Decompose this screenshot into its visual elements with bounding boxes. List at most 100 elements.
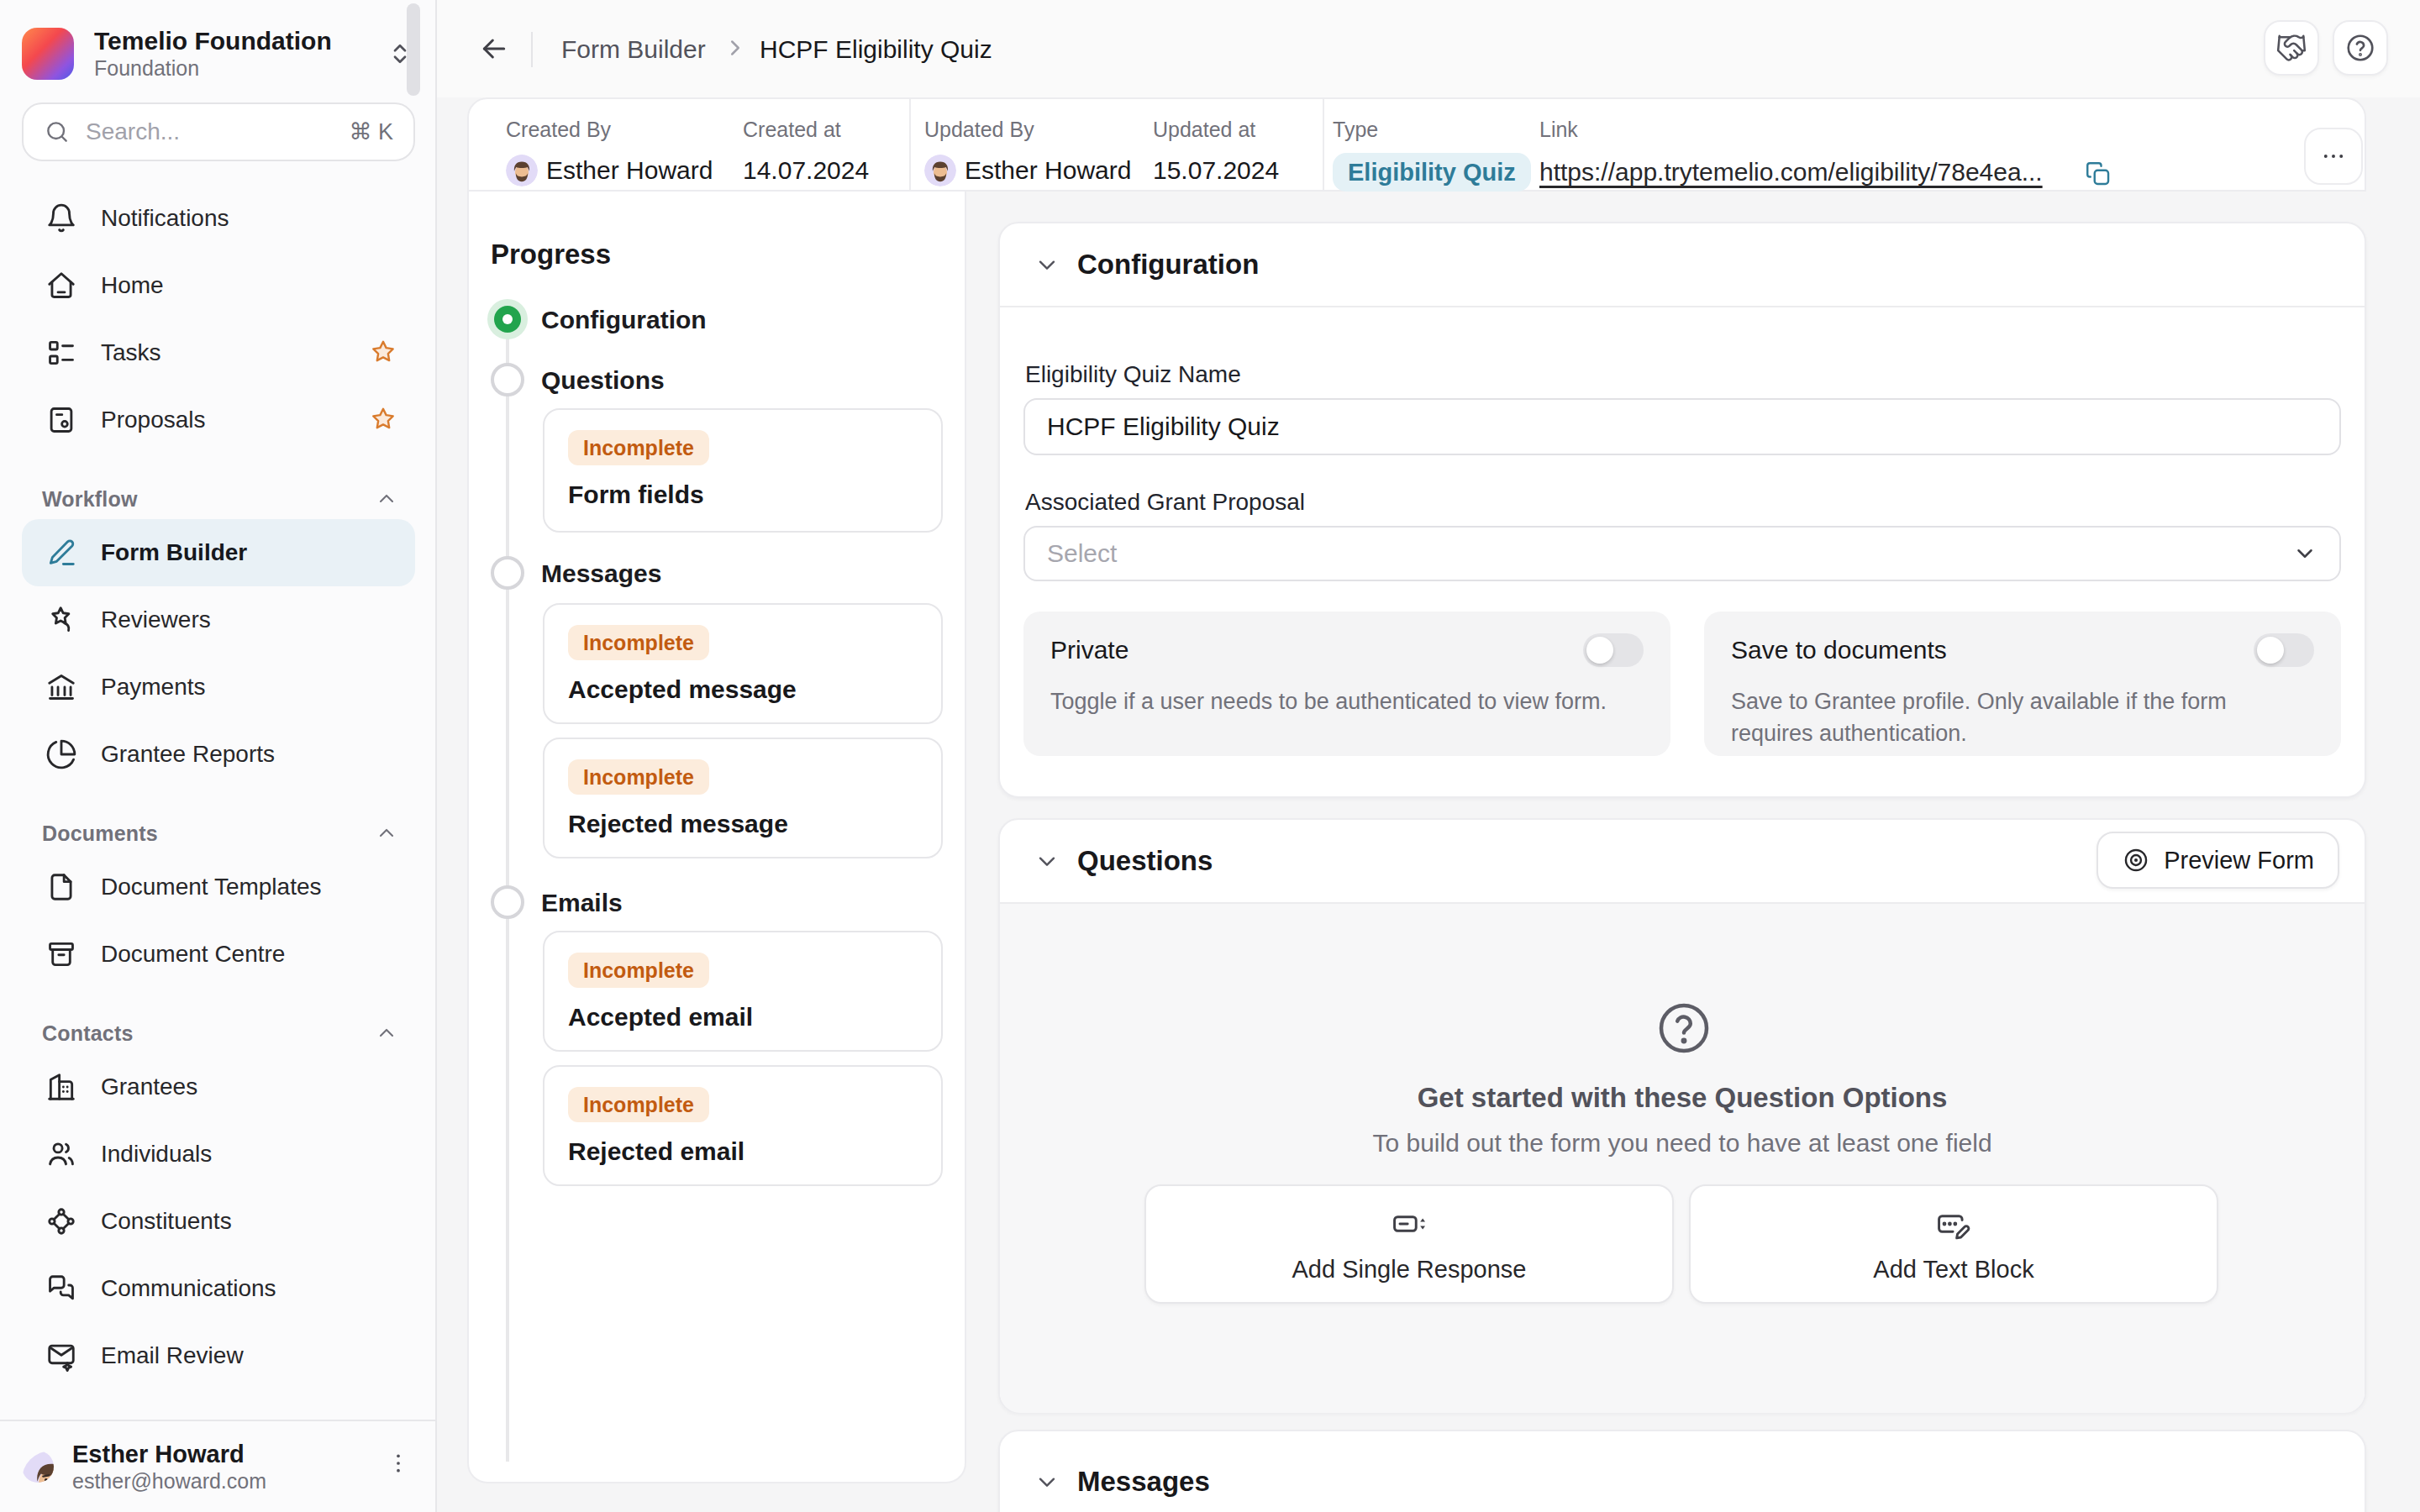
chevron-right-icon [723,35,748,60]
sidebar-item-email-review[interactable]: Email Review [22,1322,415,1389]
step-emails[interactable]: Emails [541,889,623,917]
progress-card-form-fields[interactable]: Incomplete Form fields [543,408,943,533]
progress-card-rejected-email[interactable]: Incomplete Rejected email [543,1065,943,1186]
private-toggle[interactable] [1583,633,1644,667]
questions-header[interactable]: Questions Preview Form [1000,820,2365,902]
progress-panel: Progress Configuration Questions Incompl… [467,192,966,1483]
chevron-up-icon [375,822,398,845]
file-icon [45,871,77,903]
save-to-documents-toggle[interactable] [2254,633,2314,667]
section-contacts[interactable]: Contacts [22,1013,415,1053]
type-label: Type [1333,118,1378,142]
section-documents[interactable]: Documents [22,813,415,853]
chat-bubbles-icon [45,1273,77,1305]
back-button[interactable] [477,32,511,66]
avatar [924,155,956,186]
progress-card-accepted-email[interactable]: Incomplete Accepted email [543,931,943,1052]
question-circle-icon [1654,998,1714,1058]
sidebar-item-reviewers[interactable]: Reviewers [22,586,415,654]
link-label: Link [1539,118,1578,142]
divider [1000,306,2365,307]
quiz-name-label: Eligibility Quiz Name [1025,361,1241,388]
star-icon[interactable] [368,405,398,435]
section-workflow[interactable]: Workflow [22,479,415,519]
status-badge: Incomplete [568,953,709,988]
chevron-down-icon[interactable] [1034,848,1060,874]
org-logo [22,28,74,80]
sidebar-item-individuals[interactable]: Individuals [22,1121,415,1188]
text-block-icon [1935,1205,1972,1242]
updated-by-value: Esther Howard [965,156,1131,185]
sidebar-item-grantee-reports[interactable]: Grantee Reports [22,721,415,788]
created-by-label: Created By [506,118,611,142]
user-card[interactable]: Esther Howard esther@howard.com [0,1420,435,1512]
help-button[interactable] [2333,20,2388,76]
private-description: Toggle if a user needs to be authenticat… [1050,685,1644,717]
search-box[interactable]: ⌘ K [22,102,415,161]
sidebar-item-payments[interactable]: Payments [22,654,415,721]
chevron-down-icon[interactable] [1034,251,1060,278]
updated-at-value: 15.07.2024 [1153,156,1279,185]
quiz-name-input[interactable] [1023,398,2341,455]
handshake-button[interactable] [2264,20,2319,76]
sidebar-item-communications[interactable]: Communications [22,1255,415,1322]
user-email: esther@howard.com [72,1468,385,1494]
app-window: Temelio Foundation Foundation ⌘ K Notifi… [0,0,2420,1512]
sidebar-scrollbar[interactable] [407,3,420,96]
breadcrumb-form-builder[interactable]: Form Builder [561,35,706,64]
step-configuration[interactable]: Configuration [541,306,707,334]
empty-state-title: Get started with these Question Options [1000,1082,2365,1114]
created-by-value: Esther Howard [546,156,713,185]
more-button[interactable] [2304,128,2363,185]
save-to-documents-setting: Save to documents Save to Grantee profil… [1704,612,2341,756]
step-questions[interactable]: Questions [541,366,665,395]
topbar: Form Builder HCPF Eligibility Quiz [437,0,2420,97]
user-name: Esther Howard [72,1440,385,1468]
configuration-header[interactable]: Configuration [1000,223,2365,306]
divider [531,32,533,67]
sidebar-item-grantees[interactable]: Grantees [22,1053,415,1121]
sidebar-item-home[interactable]: Home [22,252,415,319]
mail-sparkle-icon [45,1340,77,1372]
proposal-label: Associated Grant Proposal [1025,489,1305,516]
search-icon [44,118,71,145]
search-input[interactable] [86,118,349,145]
messages-header[interactable]: Messages [1000,1431,2365,1512]
star-icon[interactable] [368,338,398,368]
building-icon [45,1071,77,1103]
copy-icon[interactable] [2084,160,2112,188]
step-indicator-configuration [487,299,528,339]
chevron-down-icon [2292,541,2317,566]
divider [909,99,911,190]
progress-card-accepted-message[interactable]: Incomplete Accepted message [543,603,943,724]
sidebar-item-document-centre[interactable]: Document Centre [22,921,415,988]
org-name: Temelio Foundation [94,27,385,55]
form-link[interactable]: https://app.trytemelio.com/eligibility/7… [1539,158,2043,186]
org-switcher[interactable]: Temelio Foundation Foundation [22,24,415,84]
pie-chart-icon [45,738,77,770]
user-menu-icon[interactable] [385,1450,412,1483]
avatar [22,1451,54,1483]
step-indicator-questions [491,363,524,396]
private-setting: Private Toggle if a user needs to be aut… [1023,612,1670,756]
single-response-icon [1391,1205,1428,1242]
add-text-block-button[interactable]: Add Text Block [1689,1184,2218,1304]
users-icon [45,1138,77,1170]
sidebar-item-proposals[interactable]: Proposals [22,386,415,454]
sidebar-item-tasks[interactable]: Tasks [22,319,415,386]
questions-panel: Questions Preview Form Get started with … [998,818,2366,1413]
preview-form-button[interactable]: Preview Form [2096,832,2339,889]
sidebar-item-form-builder[interactable]: Form Builder [22,519,415,586]
progress-card-rejected-message[interactable]: Incomplete Rejected message [543,738,943,858]
status-badge: Incomplete [568,625,709,660]
configuration-panel: Configuration Eligibility Quiz Name Asso… [998,222,2366,798]
sidebar-item-document-templates[interactable]: Document Templates [22,853,415,921]
sidebar-item-constituents[interactable]: Constituents [22,1188,415,1255]
sidebar-item-notifications[interactable]: Notifications [22,185,415,252]
avatar [506,155,538,186]
step-messages[interactable]: Messages [541,559,661,588]
add-single-response-button[interactable]: Add Single Response [1144,1184,1674,1304]
proposal-select[interactable]: Select [1023,526,2341,581]
status-badge: Incomplete [568,759,709,795]
chevron-down-icon[interactable] [1034,1468,1060,1495]
